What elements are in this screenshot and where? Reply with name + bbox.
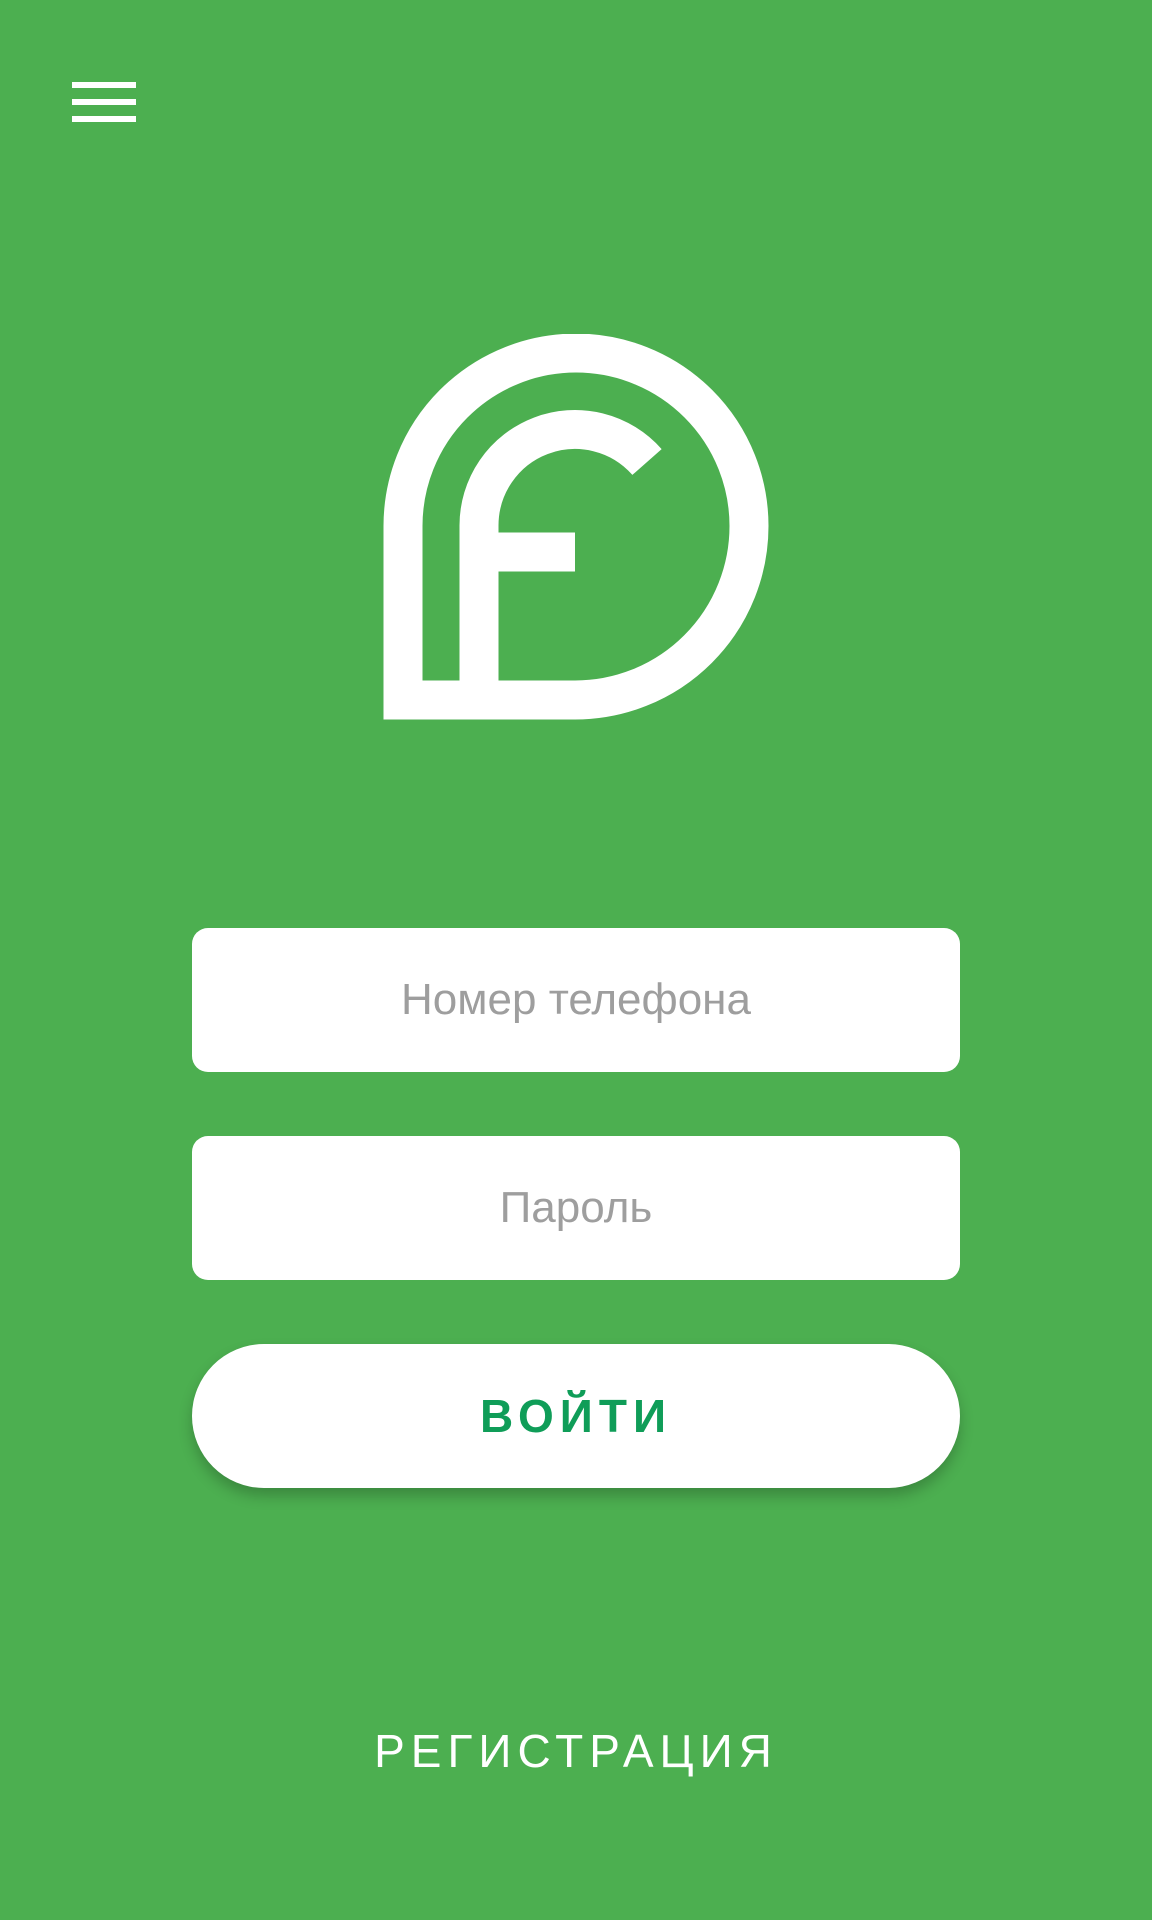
hamburger-menu-icon	[72, 82, 136, 88]
login-button[interactable]: ВОЙТИ	[192, 1344, 960, 1488]
menu-button[interactable]	[60, 72, 144, 132]
hamburger-menu-icon-bar	[72, 99, 136, 105]
hamburger-menu-icon-bar	[72, 116, 136, 122]
password-input[interactable]	[192, 1136, 960, 1280]
register-link[interactable]: РЕГИСТРАЦИЯ	[0, 1724, 1152, 1778]
phone-number-input[interactable]	[192, 928, 960, 1072]
app-logo-f-icon	[383, 334, 769, 720]
